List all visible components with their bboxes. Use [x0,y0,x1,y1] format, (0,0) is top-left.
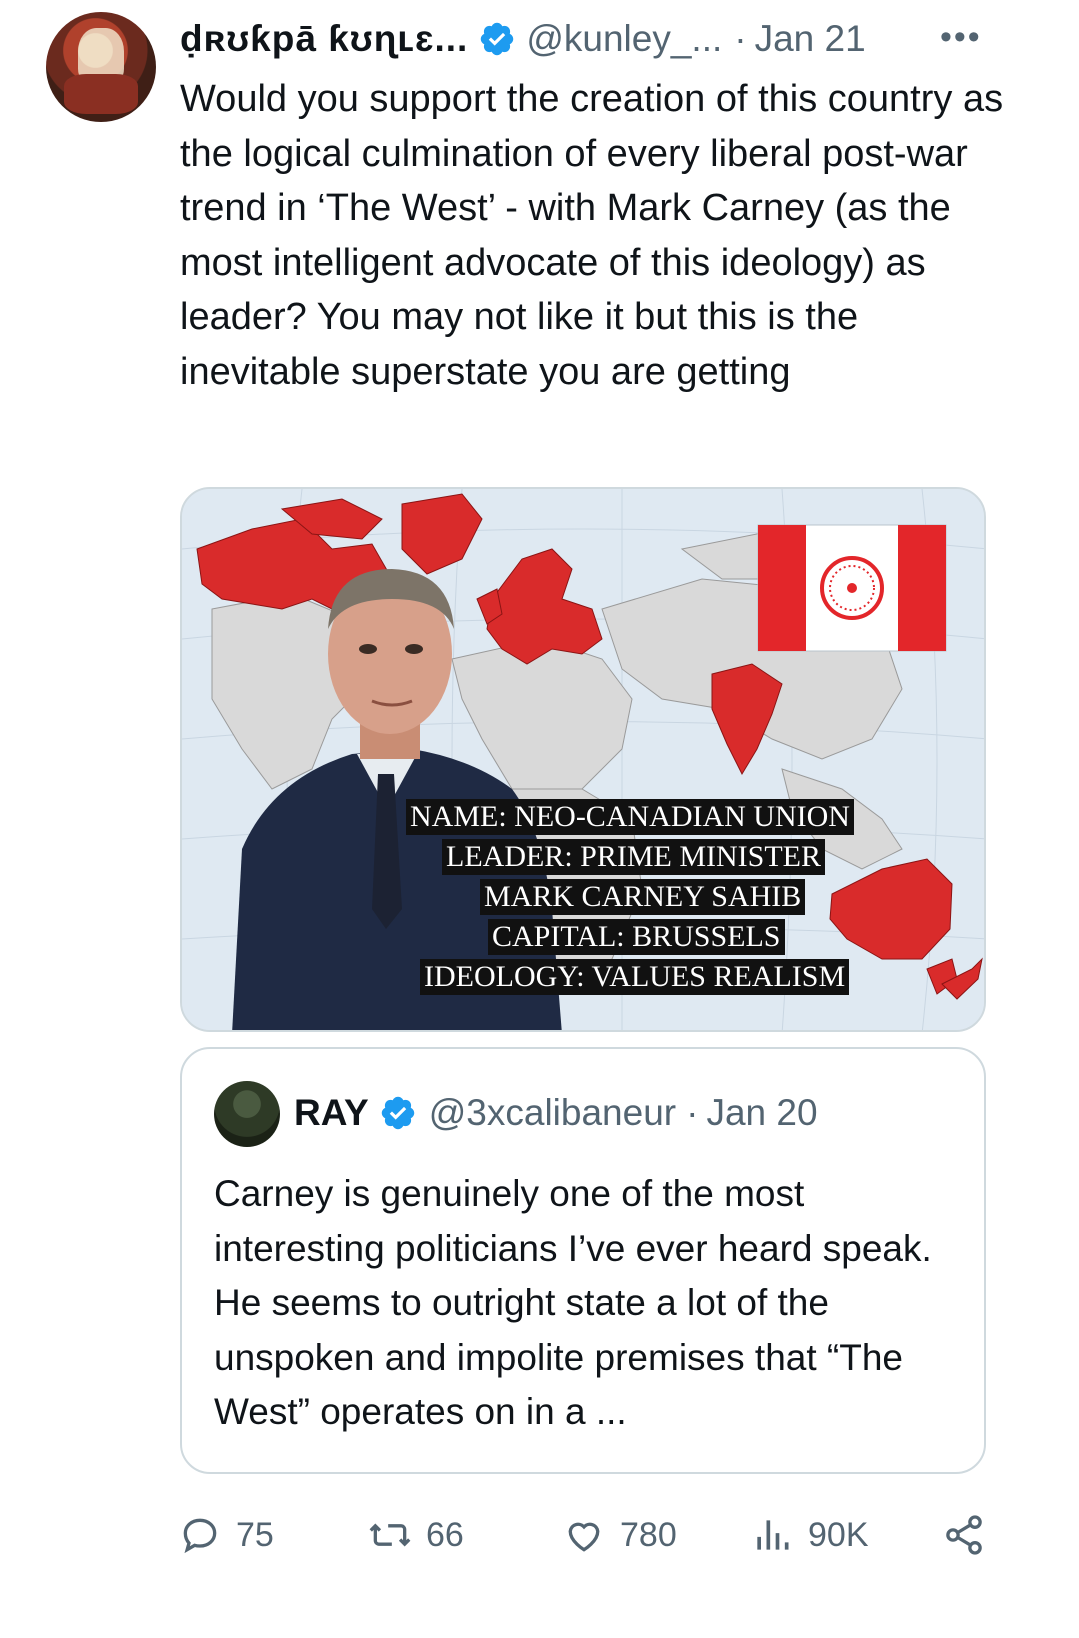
quoted-tweet-date[interactable]: Jan 20 [706,1092,817,1134]
quoted-author-display-name[interactable]: RAY [294,1092,369,1134]
quoted-tweet[interactable]: RAY @3xcalibaneur · Jan 20 Carney is gen… [180,1047,986,1474]
author-avatar[interactable] [46,12,156,122]
share-icon [946,1515,982,1555]
caption-line: NAME: NEO-CANADIAN UNION [406,799,854,835]
quoted-tweet-text: Carney is genuinely one of the most inte… [214,1173,932,1432]
tweet-date[interactable]: Jan 21 [755,18,866,60]
tweet-header: ḍʀʊƙpā ƙʊɳʟɛ... @kunley_... · Jan 21 [180,14,866,64]
views-icon [757,1520,789,1550]
quoted-tweet-header: RAY @3xcalibaneur · Jan 20 [294,1087,818,1139]
repost-button[interactable]: 66 [368,1505,464,1565]
like-icon [568,1522,600,1552]
tweet-media-image[interactable]: NAME: NEO-CANADIAN UNION LEADER: PRIME M… [180,487,986,1032]
like-count: 780 [620,1515,677,1554]
like-button[interactable]: 780 [562,1505,677,1565]
caption-line: LEADER: PRIME MINISTER [442,839,825,875]
verified-badge-icon[interactable] [379,1094,417,1132]
union-flag [757,524,947,652]
repost-icon [369,1523,411,1547]
more-icon[interactable]: ••• [940,20,982,54]
caption-line: IDEOLOGY: VALUES REALISM [420,959,850,995]
tweet-action-bar: 75 66 780 90K [178,1505,988,1565]
quoted-author-handle[interactable]: @3xcalibaneur [429,1092,676,1134]
author-display-name[interactable]: ḍʀʊƙpā ƙʊɳʟɛ... [180,18,468,60]
repost-count: 66 [426,1515,464,1554]
caption-line: MARK CARNEY SAHIB [480,879,806,915]
author-handle[interactable]: @kunley_... [526,18,722,60]
verified-badge-icon[interactable] [478,20,516,58]
reply-count: 75 [236,1515,274,1554]
views-count: 90K [808,1515,869,1554]
views-button[interactable]: 90K [750,1505,869,1565]
quoted-author-avatar[interactable] [214,1081,280,1147]
caption-line: CAPITAL: BRUSSELS [488,919,785,955]
reply-button[interactable]: 75 [178,1505,274,1565]
tweet-text: Would you support the creation of this c… [180,78,1004,393]
share-button[interactable] [942,1505,1000,1565]
separator-dot: · [686,1092,699,1133]
separator-dot: · [734,18,747,59]
avatar-figure-base [64,74,138,114]
reply-icon [183,1518,217,1554]
